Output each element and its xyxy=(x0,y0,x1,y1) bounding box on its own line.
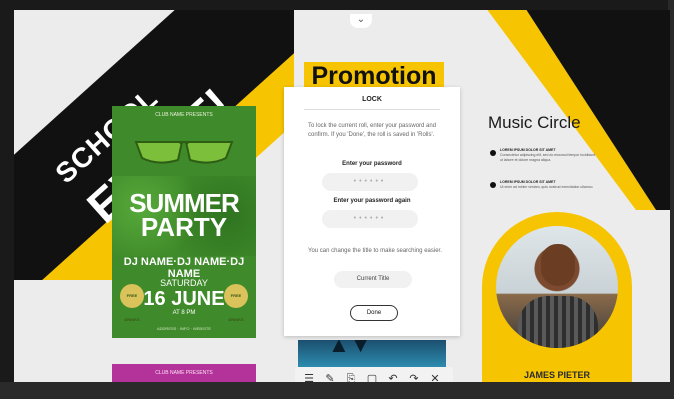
pen-icon[interactable]: ✎ xyxy=(322,370,338,382)
blue-poster-graphic: ▲▼ xyxy=(328,340,372,357)
password-label: Enter your password xyxy=(342,161,402,167)
select-icon[interactable]: ▢ xyxy=(364,370,380,382)
chevron-down-icon[interactable]: ⌄ xyxy=(350,14,372,28)
undo-icon[interactable]: ↶ xyxy=(385,370,401,382)
menu-icon[interactable]: ☰ xyxy=(301,370,317,382)
profile-arch-card[interactable]: JAMES PIETER xyxy=(482,212,632,382)
bullet-dot-1 xyxy=(490,150,496,156)
poster2-presents-text: CLUB NAME PRESENTS xyxy=(155,370,213,376)
whiteboard-canvas[interactable]: SCHOOL EVENT! ⌄ CLUB NAME PRESENTS SUMME… xyxy=(14,10,670,382)
password-again-label: Enter your password again xyxy=(333,198,411,204)
dialog-description: To lock the current roll, enter your pas… xyxy=(308,123,437,138)
redo-icon[interactable]: ↷ xyxy=(406,370,422,382)
profile-photo xyxy=(496,226,618,348)
close-icon[interactable]: ✕ xyxy=(427,370,443,382)
bullet-dot-2 xyxy=(490,182,496,188)
clipboard-icon[interactable]: ⎘ xyxy=(343,370,359,382)
lock-dialog: LOCK To lock the current roll, enter you… xyxy=(284,87,460,336)
bullet-body-1: Consectetur adipiscing elit, sed do eius… xyxy=(500,153,596,162)
monitor-bezel-bottom xyxy=(0,382,674,399)
bullet-body-2: Ut enim ad minim veniam, quis nostrud ex… xyxy=(500,185,594,189)
dialog-divider xyxy=(304,109,440,110)
promotion-title: Promotion xyxy=(311,62,437,90)
bullet-text-2: LOREM IPSUM DOLOR SIT AMET Ut enim ad mi… xyxy=(500,180,596,190)
poster-badge-left: FREE DRINKS xyxy=(120,284,144,322)
poster-footer: ADDRESS · INFO · WEBSITE xyxy=(156,326,211,331)
second-party-poster[interactable]: CLUB NAME PRESENTS xyxy=(112,364,256,382)
bottom-toolbar: ☰ ✎ ⎘ ▢ ↶ ↷ ✕ xyxy=(295,367,453,382)
profile-face xyxy=(541,244,575,286)
poster-dj-line: DJ NAME·DJ NAME·DJ NAME xyxy=(123,256,245,280)
password-field[interactable]: •••••• xyxy=(322,173,418,191)
music-circle-title: Music Circle xyxy=(488,113,581,132)
poster-title-line2: PARTY xyxy=(140,212,228,242)
title-change-note: You can change the title to make searchi… xyxy=(308,248,442,254)
current-title-field[interactable]: Current Title xyxy=(334,271,412,288)
bullet-text-1: LOREM IPSUM DOLOR SIT AMET Consectetur a… xyxy=(500,148,596,163)
dialog-title: LOCK xyxy=(362,96,382,103)
poster-presents-text: CLUB NAME PRESENTS xyxy=(155,112,213,118)
done-button[interactable]: Done xyxy=(350,305,398,321)
profile-shirt xyxy=(518,296,598,348)
sunglasses-icon xyxy=(134,141,234,164)
poster-badge-right: FREE DRINKS xyxy=(224,284,248,322)
profile-name: JAMES PIETER xyxy=(523,370,590,380)
password-again-field[interactable]: •••••• xyxy=(322,210,418,228)
summer-party-poster[interactable]: CLUB NAME PRESENTS SUMMER PARTY DJ NAME·… xyxy=(112,106,256,338)
